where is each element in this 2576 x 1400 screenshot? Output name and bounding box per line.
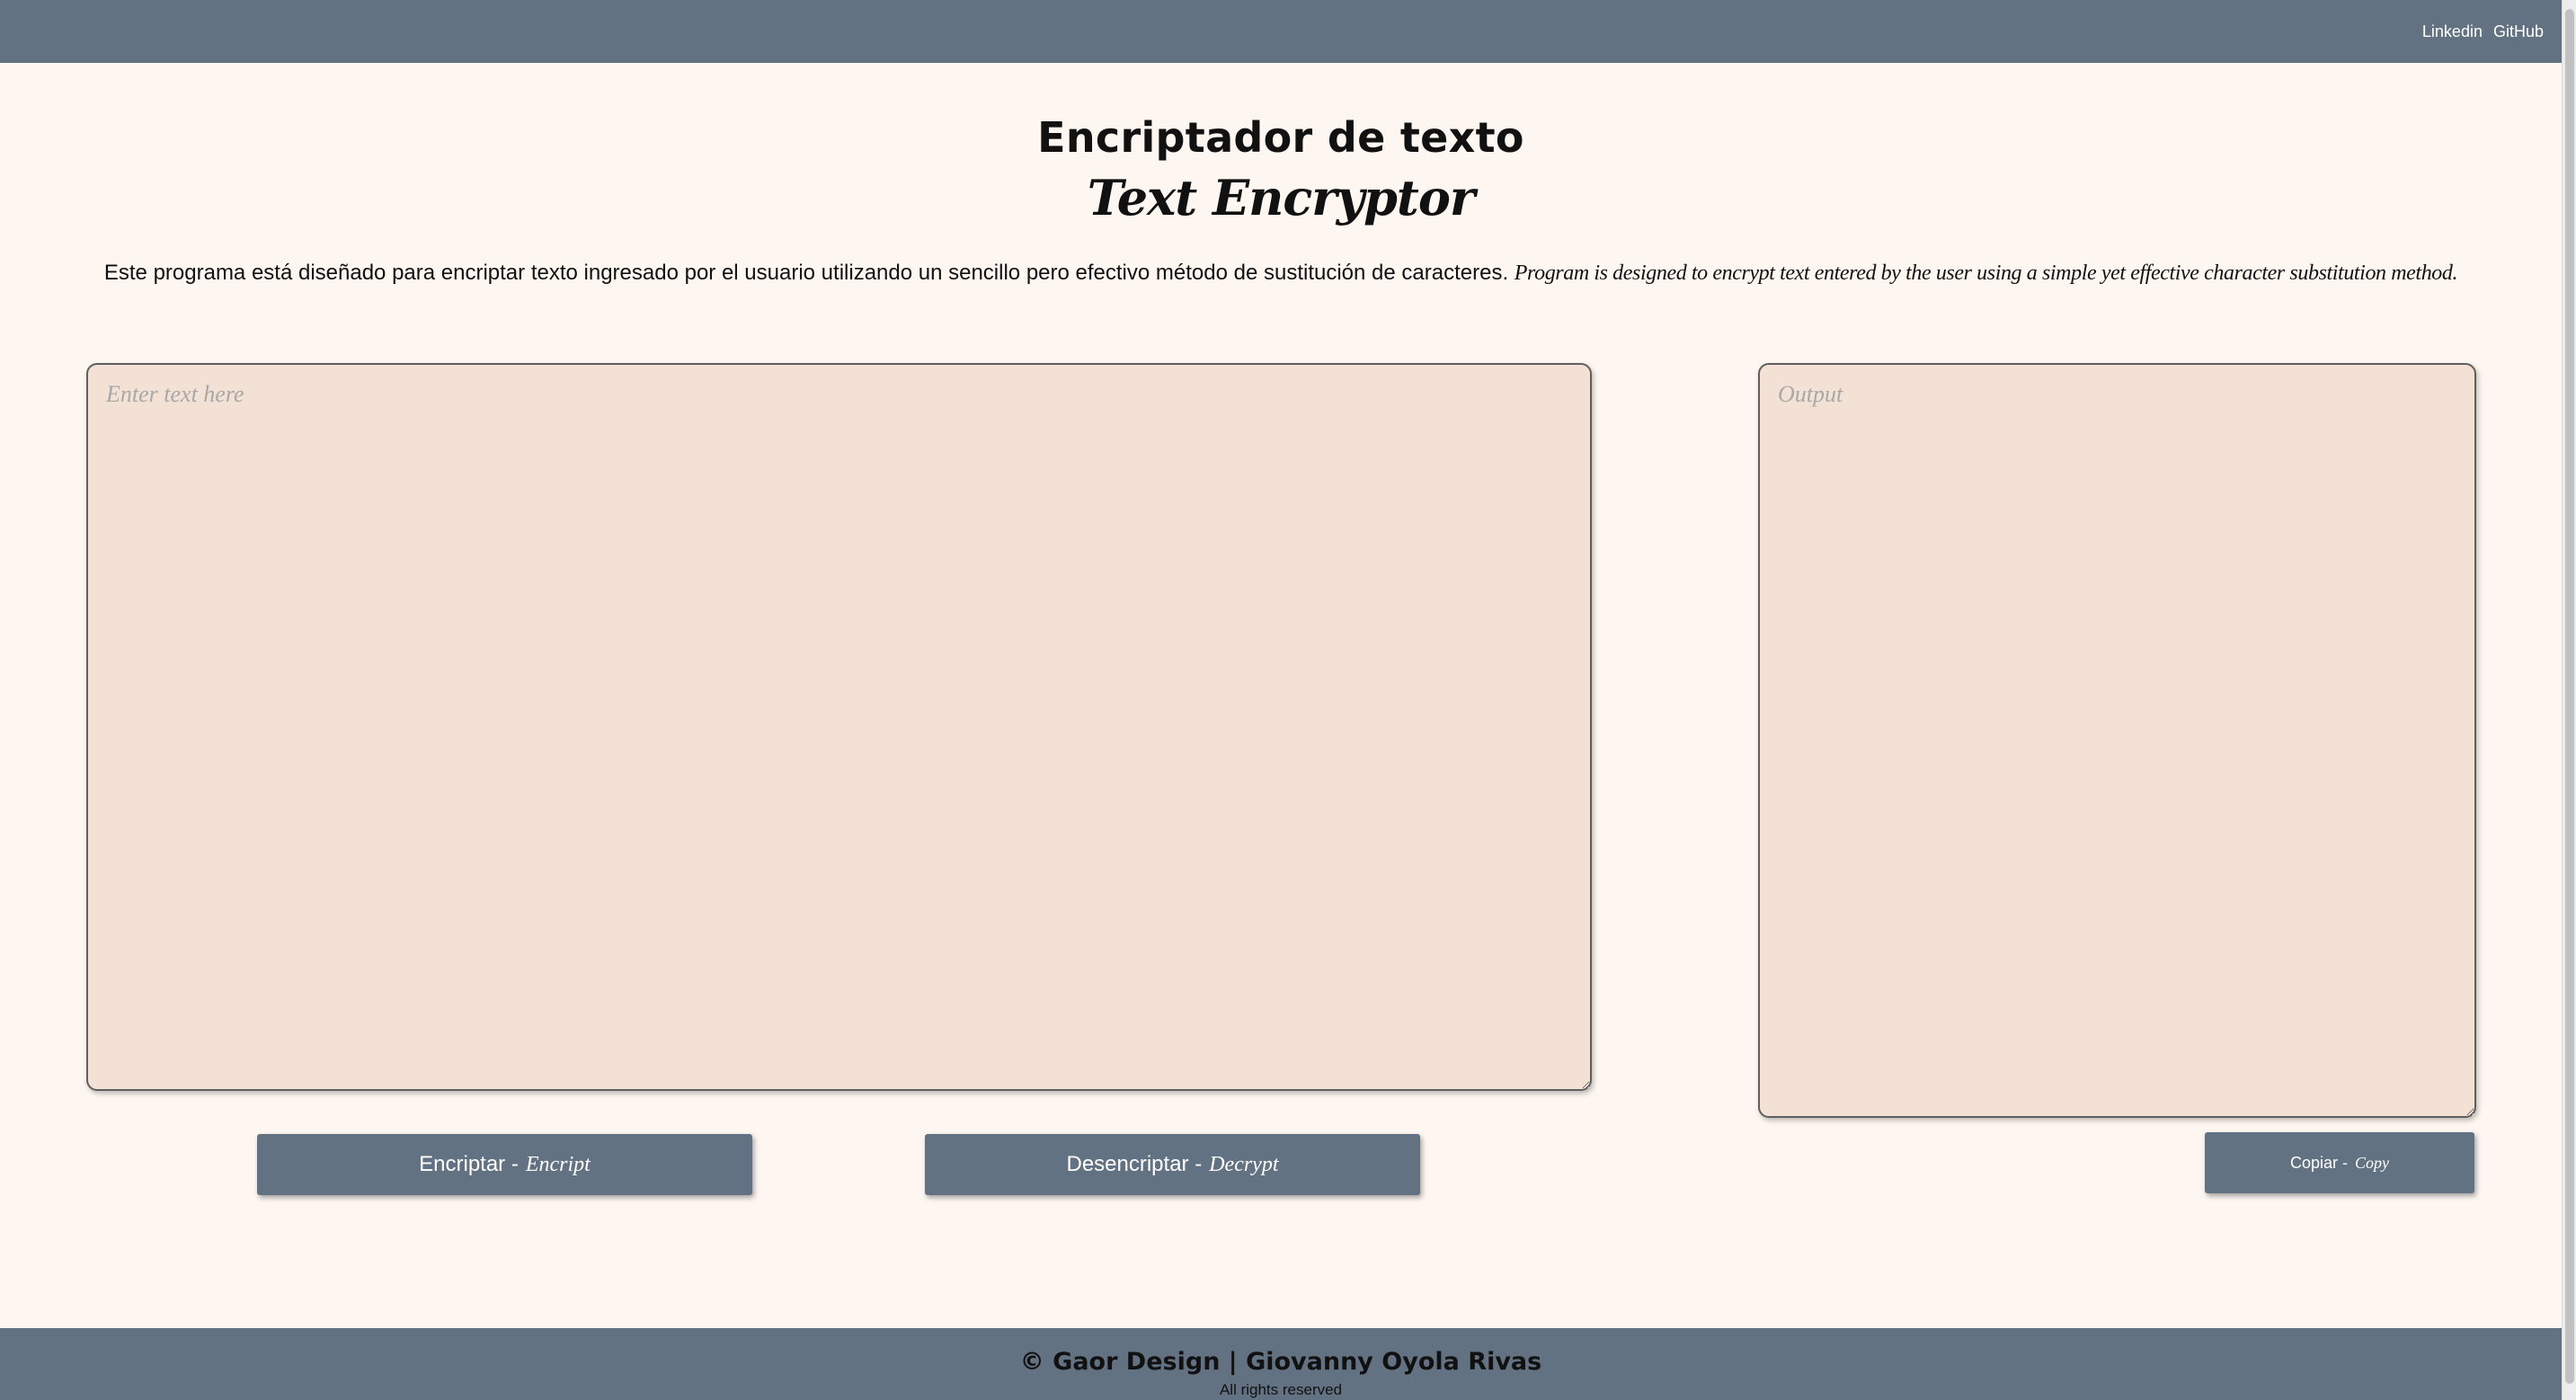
encrypt-button-alt-label: Encript bbox=[525, 1152, 591, 1176]
description-english: Program is designed to encrypt text ente… bbox=[1514, 261, 2458, 285]
description: Este programa está diseñado para encript… bbox=[0, 261, 2562, 286]
input-textarea[interactable] bbox=[86, 363, 1592, 1091]
vertical-scrollbar[interactable] bbox=[2562, 0, 2576, 1400]
encrypt-button-label: Encriptar - bbox=[419, 1152, 519, 1176]
page-title: Encriptador de texto bbox=[1037, 113, 1524, 162]
decrypt-button[interactable]: Desencriptar - Decrypt bbox=[925, 1134, 1420, 1195]
description-spanish: Este programa está diseñado para encript… bbox=[103, 261, 1509, 285]
copy-button[interactable]: Copiar - Copy bbox=[2205, 1132, 2474, 1193]
decrypt-button-label: Desencriptar - bbox=[1066, 1152, 1203, 1176]
linkedin-link[interactable]: Linkedin bbox=[2422, 22, 2483, 41]
decrypt-button-alt-label: Decrypt bbox=[1209, 1152, 1279, 1176]
footer-copyright: © Gaor Design | Giovanny Oyola Rivas bbox=[1019, 1348, 1542, 1376]
page-subtitle: Text Encryptor bbox=[1087, 169, 1476, 226]
footer: © Gaor Design | Giovanny Oyola Rivas All… bbox=[0, 1328, 2562, 1400]
top-navbar: Linkedin GitHub bbox=[0, 0, 2562, 63]
copy-button-label: Copiar - bbox=[2289, 1153, 2349, 1172]
scrollbar-thumb[interactable] bbox=[2565, 9, 2574, 1384]
encrypt-button[interactable]: Encriptar - Encript bbox=[257, 1134, 752, 1195]
page: Linkedin GitHub Encriptador de texto Tex… bbox=[0, 0, 2576, 1400]
output-textarea[interactable] bbox=[1758, 363, 2476, 1118]
github-link[interactable]: GitHub bbox=[2493, 22, 2544, 41]
copy-button-alt-label: Copy bbox=[2355, 1153, 2390, 1172]
footer-rights: All rights reserved bbox=[1219, 1381, 1343, 1398]
